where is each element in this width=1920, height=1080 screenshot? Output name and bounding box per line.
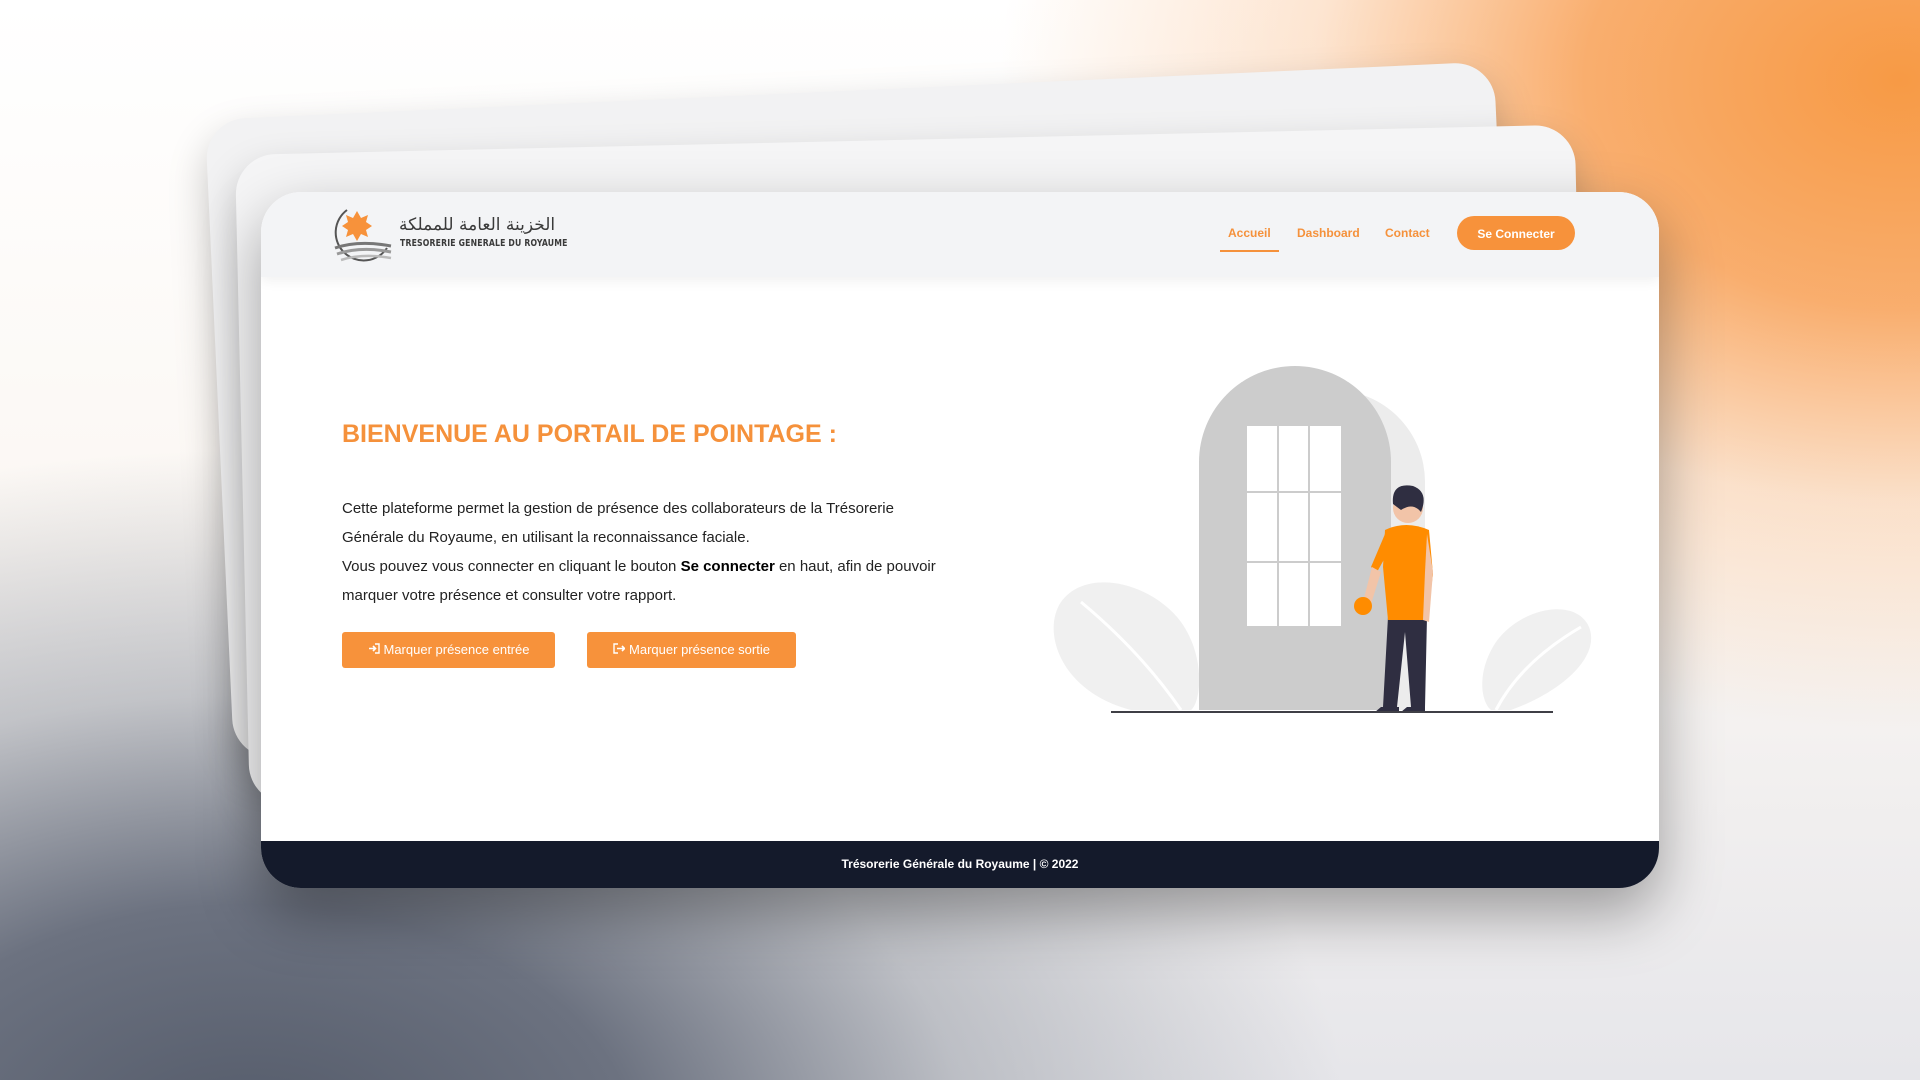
mark-entry-button[interactable]: Marquer présence entrée [342,632,555,668]
login-button[interactable]: Se Connecter [1457,216,1575,250]
sign-out-icon [613,632,626,668]
browser-window-card: الخزينة العامة للمملكة TRESORERIE GENERA… [261,192,1659,888]
plant-right-icon [1482,609,1592,711]
mark-exit-button[interactable]: Marquer présence sortie [587,632,796,668]
sun-emblem-icon [334,209,392,262]
brand-name-arabic: الخزينة العامة للمملكة [399,215,556,235]
person-at-door-illustration [1053,366,1592,713]
brand-name-french: TRESORERIE GENERALE DU ROYAUME [400,238,568,249]
nav-item-contact[interactable]: Contact [1385,226,1430,240]
plant-left-icon [1053,582,1200,711]
sign-in-icon [368,632,380,668]
door-knob [1354,597,1372,615]
door-window [1247,426,1341,626]
mark-exit-label: Marquer présence sortie [629,642,770,657]
nav-item-dashboard[interactable]: Dashboard [1297,226,1360,240]
navbar: الخزينة العامة للمملكة TRESORERIE GENERA… [261,192,1659,277]
footer: Trésorerie Générale du Royaume | © 2022 [261,841,1659,888]
intro-bold-login: Se connecter [680,558,775,575]
intro-paragraph-1: Cette plateforme permet la gestion de pr… [342,500,894,546]
logo[interactable]: الخزينة العامة للمملكة TRESORERIE GENERA… [329,204,589,266]
intro-text: Cette plateforme permet la gestion de pr… [342,494,952,610]
intro-paragraph-2-start: Vous pouvez vous connecter en cliquant l… [342,558,681,575]
nav-item-accueil[interactable]: Accueil [1220,226,1279,252]
page-title: BIENVENUE AU PORTAIL DE POINTAGE : [342,420,837,448]
mark-entry-label: Marquer présence entrée [383,642,530,657]
